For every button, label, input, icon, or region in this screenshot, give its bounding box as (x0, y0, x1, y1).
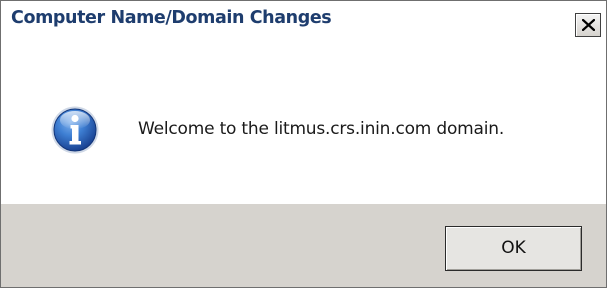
dialog-footer: OK (1, 204, 606, 287)
title-bar[interactable]: Computer Name/Domain Changes (1, 1, 606, 38)
ok-button[interactable]: OK (445, 226, 582, 271)
dialog-message: Welcome to the litmus.crs.inin.com domai… (138, 119, 505, 139)
close-icon (582, 19, 595, 31)
dialog-title: Computer Name/Domain Changes (11, 8, 332, 28)
message-dialog: Computer Name/Domain Changes Welcome to … (0, 0, 607, 288)
close-button[interactable] (575, 13, 601, 37)
info-icon (51, 106, 99, 154)
dialog-content: Welcome to the litmus.crs.inin.com domai… (1, 38, 606, 204)
